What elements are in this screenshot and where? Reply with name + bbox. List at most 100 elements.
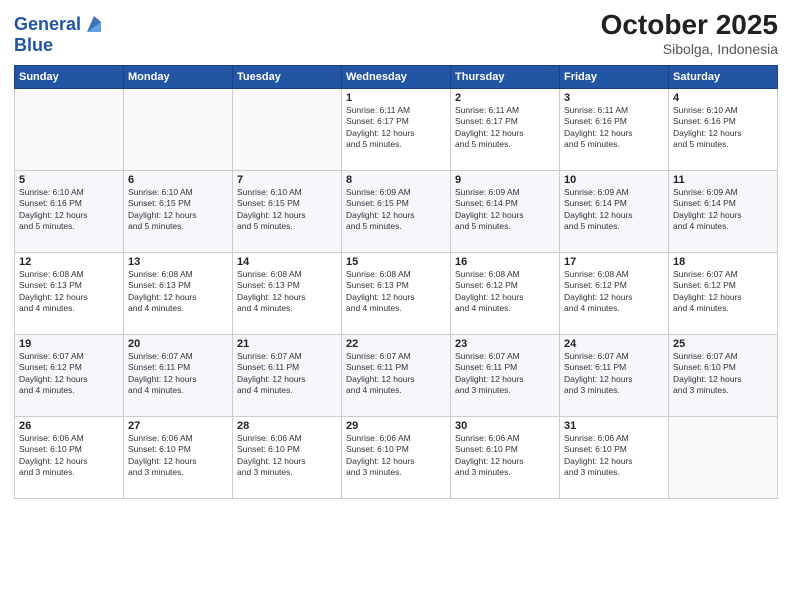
calendar-cell: 24Sunrise: 6:07 AMSunset: 6:11 PMDayligh… bbox=[560, 334, 669, 416]
location: Sibolga, Indonesia bbox=[601, 41, 778, 57]
calendar-week-5: 26 Sunrise: 6:06 AMSunset: 6:10 PMDayligh… bbox=[15, 416, 778, 498]
calendar-body: 1Sunrise: 6:11 AMSunset: 6:17 PMDaylight… bbox=[15, 88, 778, 498]
day-number: 24 bbox=[564, 338, 664, 350]
day-number: 14 bbox=[237, 256, 337, 268]
day-number: 9 bbox=[455, 174, 555, 186]
day-info: Sunrise: 6:07 AMSunset: 6:11 PMDaylight:… bbox=[237, 351, 337, 397]
day-info: Sunrise: 6:10 AMSunset: 6:15 PMDaylight:… bbox=[237, 187, 337, 233]
calendar-cell: 3Sunrise: 6:11 AMSunset: 6:16 PMDaylight… bbox=[560, 88, 669, 170]
calendar-cell: 17Sunrise: 6:08 AMSunset: 6:12 PMDayligh… bbox=[560, 252, 669, 334]
calendar-week-2: 5Sunrise: 6:10 AMSunset: 6:16 PMDaylight… bbox=[15, 170, 778, 252]
day-info: Sunrise: 6:07 AMSunset: 6:11 PMDaylight:… bbox=[455, 351, 555, 397]
calendar-cell: 19Sunrise: 6:07 AMSunset: 6:12 PMDayligh… bbox=[15, 334, 124, 416]
day-info: Sunrise: 6:06 AMSunset: 6:10 PMDaylight:… bbox=[346, 433, 446, 479]
header: General Blue October 2025 Sibolga, Indon… bbox=[14, 10, 778, 57]
day-number: 4 bbox=[673, 92, 773, 104]
calendar-cell: 26Sunrise: 6:06 AMSunset: 6:10 PMDayligh… bbox=[15, 416, 124, 498]
day-number: 6 bbox=[128, 174, 228, 186]
logo-blue: Blue bbox=[14, 36, 105, 54]
day-number: 21 bbox=[237, 338, 337, 350]
day-number: 25 bbox=[673, 338, 773, 350]
day-number: 28 bbox=[237, 420, 337, 432]
calendar-cell: 7Sunrise: 6:10 AMSunset: 6:15 PMDaylight… bbox=[233, 170, 342, 252]
calendar-cell bbox=[669, 416, 778, 498]
day-number: 20 bbox=[128, 338, 228, 350]
day-header-tuesday: Tuesday bbox=[233, 65, 342, 88]
day-header-wednesday: Wednesday bbox=[342, 65, 451, 88]
day-header-monday: Monday bbox=[124, 65, 233, 88]
day-number: 23 bbox=[455, 338, 555, 350]
calendar-cell: 18Sunrise: 6:07 AMSunset: 6:12 PMDayligh… bbox=[669, 252, 778, 334]
day-info: Sunrise: 6:11 AMSunset: 6:16 PMDaylight:… bbox=[564, 105, 664, 151]
day-number: 10 bbox=[564, 174, 664, 186]
calendar-cell: 5Sunrise: 6:10 AMSunset: 6:16 PMDaylight… bbox=[15, 170, 124, 252]
day-info: Sunrise: 6:07 AMSunset: 6:12 PMDaylight:… bbox=[673, 269, 773, 315]
calendar-cell: 20Sunrise: 6:07 AMSunset: 6:11 PMDayligh… bbox=[124, 334, 233, 416]
day-number: 12 bbox=[19, 256, 119, 268]
calendar-cell bbox=[233, 88, 342, 170]
day-number: 30 bbox=[455, 420, 555, 432]
calendar-cell: 12Sunrise: 6:08 AMSunset: 6:13 PMDayligh… bbox=[15, 252, 124, 334]
day-info: Sunrise: 6:11 AMSunset: 6:17 PMDaylight:… bbox=[455, 105, 555, 151]
calendar-cell: 23Sunrise: 6:07 AMSunset: 6:11 PMDayligh… bbox=[451, 334, 560, 416]
calendar-cell: 27Sunrise: 6:06 AMSunset: 6:10 PMDayligh… bbox=[124, 416, 233, 498]
day-number: 26 bbox=[19, 420, 119, 432]
day-info: Sunrise: 6:09 AMSunset: 6:15 PMDaylight:… bbox=[346, 187, 446, 233]
day-info: Sunrise: 6:08 AMSunset: 6:12 PMDaylight:… bbox=[564, 269, 664, 315]
calendar-cell: 13Sunrise: 6:08 AMSunset: 6:13 PMDayligh… bbox=[124, 252, 233, 334]
day-info: Sunrise: 6:09 AMSunset: 6:14 PMDaylight:… bbox=[564, 187, 664, 233]
day-number: 29 bbox=[346, 420, 446, 432]
day-number: 31 bbox=[564, 420, 664, 432]
day-number: 3 bbox=[564, 92, 664, 104]
calendar-cell: 29Sunrise: 6:06 AMSunset: 6:10 PMDayligh… bbox=[342, 416, 451, 498]
day-info: Sunrise: 6:08 AMSunset: 6:13 PMDaylight:… bbox=[128, 269, 228, 315]
day-header-sunday: Sunday bbox=[15, 65, 124, 88]
day-header-saturday: Saturday bbox=[669, 65, 778, 88]
calendar-week-4: 19Sunrise: 6:07 AMSunset: 6:12 PMDayligh… bbox=[15, 334, 778, 416]
calendar-cell: 21Sunrise: 6:07 AMSunset: 6:11 PMDayligh… bbox=[233, 334, 342, 416]
day-number: 17 bbox=[564, 256, 664, 268]
day-number: 15 bbox=[346, 256, 446, 268]
calendar-cell: 11Sunrise: 6:09 AMSunset: 6:14 PMDayligh… bbox=[669, 170, 778, 252]
calendar-cell: 2Sunrise: 6:11 AMSunset: 6:17 PMDaylight… bbox=[451, 88, 560, 170]
day-header-thursday: Thursday bbox=[451, 65, 560, 88]
day-info: Sunrise: 6:10 AMSunset: 6:15 PMDaylight:… bbox=[128, 187, 228, 233]
day-number: 5 bbox=[19, 174, 119, 186]
calendar-week-3: 12 Sunrise: 6:08 AMSunset: 6:13 PMDayligh… bbox=[15, 252, 778, 334]
calendar-cell: 15Sunrise: 6:08 AMSunset: 6:13 PMDayligh… bbox=[342, 252, 451, 334]
calendar-table: SundayMondayTuesdayWednesdayThursdayFrid… bbox=[14, 65, 778, 499]
day-number: 13 bbox=[128, 256, 228, 268]
day-info: Sunrise: 6:06 AMSunset: 6:10 PMDaylight:… bbox=[128, 433, 228, 479]
day-info: Sunrise: 6:07 AMSunset: 6:11 PMDaylight:… bbox=[128, 351, 228, 397]
logo-text: General bbox=[14, 15, 81, 35]
day-number: 16 bbox=[455, 256, 555, 268]
title-block: October 2025 Sibolga, Indonesia bbox=[601, 10, 778, 57]
calendar-cell: 28Sunrise: 6:06 AMSunset: 6:10 PMDayligh… bbox=[233, 416, 342, 498]
calendar-container: General Blue October 2025 Sibolga, Indon… bbox=[0, 0, 792, 612]
calendar-cell: 10Sunrise: 6:09 AMSunset: 6:14 PMDayligh… bbox=[560, 170, 669, 252]
calendar-cell: 8Sunrise: 6:09 AMSunset: 6:15 PMDaylight… bbox=[342, 170, 451, 252]
day-header-friday: Friday bbox=[560, 65, 669, 88]
day-info: Sunrise: 6:07 AMSunset: 6:11 PMDaylight:… bbox=[564, 351, 664, 397]
calendar-cell: 30Sunrise: 6:06 AMSunset: 6:10 PMDayligh… bbox=[451, 416, 560, 498]
logo-icon bbox=[83, 14, 105, 36]
day-info: Sunrise: 6:11 AMSunset: 6:17 PMDaylight:… bbox=[346, 105, 446, 151]
day-number: 7 bbox=[237, 174, 337, 186]
calendar-cell: 25Sunrise: 6:07 AMSunset: 6:10 PMDayligh… bbox=[669, 334, 778, 416]
day-number: 8 bbox=[346, 174, 446, 186]
day-info: Sunrise: 6:07 AMSunset: 6:10 PMDaylight:… bbox=[673, 351, 773, 397]
calendar-cell: 6Sunrise: 6:10 AMSunset: 6:15 PMDaylight… bbox=[124, 170, 233, 252]
day-info: Sunrise: 6:08 AMSunset: 6:13 PMDaylight:… bbox=[237, 269, 337, 315]
day-info: Sunrise: 6:10 AMSunset: 6:16 PMDaylight:… bbox=[673, 105, 773, 151]
day-number: 1 bbox=[346, 92, 446, 104]
calendar-cell: 16Sunrise: 6:08 AMSunset: 6:12 PMDayligh… bbox=[451, 252, 560, 334]
day-info: Sunrise: 6:06 AMSunset: 6:10 PMDaylight:… bbox=[455, 433, 555, 479]
day-info: Sunrise: 6:06 AMSunset: 6:10 PMDaylight:… bbox=[564, 433, 664, 479]
calendar-cell: 4Sunrise: 6:10 AMSunset: 6:16 PMDaylight… bbox=[669, 88, 778, 170]
day-info: Sunrise: 6:07 AMSunset: 6:12 PMDaylight:… bbox=[19, 351, 119, 397]
day-info: Sunrise: 6:09 AMSunset: 6:14 PMDaylight:… bbox=[673, 187, 773, 233]
day-number: 11 bbox=[673, 174, 773, 186]
day-number: 27 bbox=[128, 420, 228, 432]
calendar-header-row: SundayMondayTuesdayWednesdayThursdayFrid… bbox=[15, 65, 778, 88]
calendar-cell: 14Sunrise: 6:08 AMSunset: 6:13 PMDayligh… bbox=[233, 252, 342, 334]
